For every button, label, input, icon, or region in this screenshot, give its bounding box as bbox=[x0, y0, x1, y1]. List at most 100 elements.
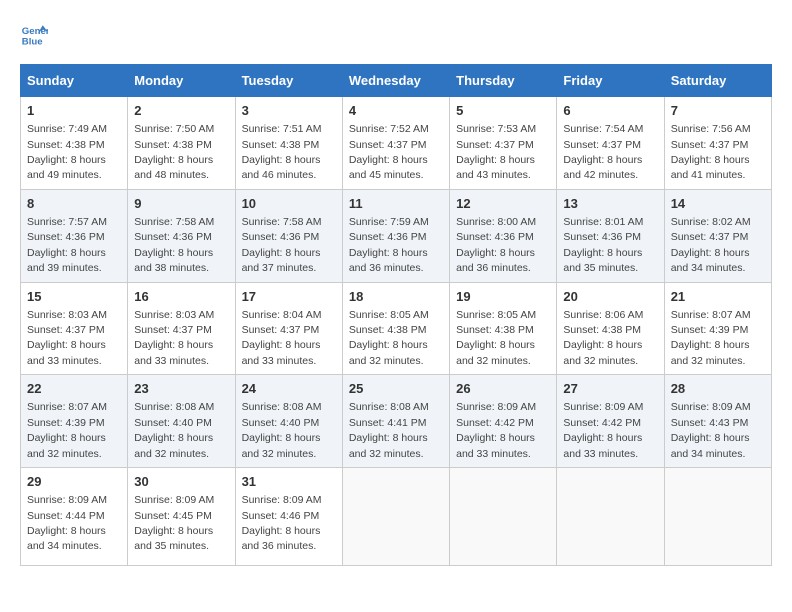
day-number: 14 bbox=[671, 195, 765, 213]
calendar-table: SundayMondayTuesdayWednesdayThursdayFrid… bbox=[20, 64, 772, 566]
day-info: Sunrise: 7:49 AMSunset: 4:38 PMDaylight:… bbox=[27, 123, 107, 181]
calendar-cell: 19 Sunrise: 8:05 AMSunset: 4:38 PMDaylig… bbox=[450, 282, 557, 375]
header-wednesday: Wednesday bbox=[342, 65, 449, 97]
header-thursday: Thursday bbox=[450, 65, 557, 97]
day-info: Sunrise: 8:07 AMSunset: 4:39 PMDaylight:… bbox=[671, 309, 751, 367]
calendar-cell: 29 Sunrise: 8:09 AMSunset: 4:44 PMDaylig… bbox=[21, 468, 128, 566]
day-number: 2 bbox=[134, 102, 228, 120]
header-tuesday: Tuesday bbox=[235, 65, 342, 97]
day-info: Sunrise: 8:09 AMSunset: 4:42 PMDaylight:… bbox=[563, 401, 643, 459]
day-info: Sunrise: 7:58 AMSunset: 4:36 PMDaylight:… bbox=[134, 216, 214, 274]
day-info: Sunrise: 8:05 AMSunset: 4:38 PMDaylight:… bbox=[456, 309, 536, 367]
day-info: Sunrise: 7:56 AMSunset: 4:37 PMDaylight:… bbox=[671, 123, 751, 181]
header-monday: Monday bbox=[128, 65, 235, 97]
day-number: 4 bbox=[349, 102, 443, 120]
week-row-3: 15 Sunrise: 8:03 AMSunset: 4:37 PMDaylig… bbox=[21, 282, 772, 375]
svg-text:Blue: Blue bbox=[22, 37, 43, 48]
day-info: Sunrise: 8:08 AMSunset: 4:40 PMDaylight:… bbox=[134, 401, 214, 459]
day-number: 16 bbox=[134, 288, 228, 306]
day-number: 22 bbox=[27, 380, 121, 398]
logo: General Blue bbox=[20, 20, 52, 48]
day-info: Sunrise: 8:07 AMSunset: 4:39 PMDaylight:… bbox=[27, 401, 107, 459]
calendar-cell: 16 Sunrise: 8:03 AMSunset: 4:37 PMDaylig… bbox=[128, 282, 235, 375]
day-number: 25 bbox=[349, 380, 443, 398]
day-info: Sunrise: 7:51 AMSunset: 4:38 PMDaylight:… bbox=[242, 123, 322, 181]
calendar-cell bbox=[664, 468, 771, 566]
calendar-cell: 20 Sunrise: 8:06 AMSunset: 4:38 PMDaylig… bbox=[557, 282, 664, 375]
week-row-1: 1 Sunrise: 7:49 AMSunset: 4:38 PMDayligh… bbox=[21, 97, 772, 190]
calendar-cell: 2 Sunrise: 7:50 AMSunset: 4:38 PMDayligh… bbox=[128, 97, 235, 190]
calendar-cell: 11 Sunrise: 7:59 AMSunset: 4:36 PMDaylig… bbox=[342, 189, 449, 282]
day-info: Sunrise: 8:09 AMSunset: 4:46 PMDaylight:… bbox=[242, 494, 322, 552]
day-info: Sunrise: 7:52 AMSunset: 4:37 PMDaylight:… bbox=[349, 123, 429, 181]
calendar-cell: 12 Sunrise: 8:00 AMSunset: 4:36 PMDaylig… bbox=[450, 189, 557, 282]
calendar-cell bbox=[342, 468, 449, 566]
logo-icon: General Blue bbox=[20, 20, 48, 48]
calendar-cell: 7 Sunrise: 7:56 AMSunset: 4:37 PMDayligh… bbox=[664, 97, 771, 190]
calendar-cell bbox=[557, 468, 664, 566]
day-number: 28 bbox=[671, 380, 765, 398]
day-number: 12 bbox=[456, 195, 550, 213]
day-number: 19 bbox=[456, 288, 550, 306]
calendar-cell: 9 Sunrise: 7:58 AMSunset: 4:36 PMDayligh… bbox=[128, 189, 235, 282]
day-number: 27 bbox=[563, 380, 657, 398]
day-info: Sunrise: 8:04 AMSunset: 4:37 PMDaylight:… bbox=[242, 309, 322, 367]
calendar-cell: 4 Sunrise: 7:52 AMSunset: 4:37 PMDayligh… bbox=[342, 97, 449, 190]
header-friday: Friday bbox=[557, 65, 664, 97]
day-info: Sunrise: 8:09 AMSunset: 4:44 PMDaylight:… bbox=[27, 494, 107, 552]
day-info: Sunrise: 7:53 AMSunset: 4:37 PMDaylight:… bbox=[456, 123, 536, 181]
day-info: Sunrise: 7:59 AMSunset: 4:36 PMDaylight:… bbox=[349, 216, 429, 274]
calendar-cell: 13 Sunrise: 8:01 AMSunset: 4:36 PMDaylig… bbox=[557, 189, 664, 282]
day-number: 11 bbox=[349, 195, 443, 213]
day-number: 31 bbox=[242, 473, 336, 491]
day-info: Sunrise: 8:03 AMSunset: 4:37 PMDaylight:… bbox=[134, 309, 214, 367]
calendar-cell: 30 Sunrise: 8:09 AMSunset: 4:45 PMDaylig… bbox=[128, 468, 235, 566]
calendar-cell: 10 Sunrise: 7:58 AMSunset: 4:36 PMDaylig… bbox=[235, 189, 342, 282]
day-number: 1 bbox=[27, 102, 121, 120]
day-number: 15 bbox=[27, 288, 121, 306]
calendar-cell: 8 Sunrise: 7:57 AMSunset: 4:36 PMDayligh… bbox=[21, 189, 128, 282]
day-info: Sunrise: 7:50 AMSunset: 4:38 PMDaylight:… bbox=[134, 123, 214, 181]
calendar-cell: 21 Sunrise: 8:07 AMSunset: 4:39 PMDaylig… bbox=[664, 282, 771, 375]
week-row-5: 29 Sunrise: 8:09 AMSunset: 4:44 PMDaylig… bbox=[21, 468, 772, 566]
day-number: 24 bbox=[242, 380, 336, 398]
calendar-cell: 27 Sunrise: 8:09 AMSunset: 4:42 PMDaylig… bbox=[557, 375, 664, 468]
day-number: 30 bbox=[134, 473, 228, 491]
calendar-cell: 15 Sunrise: 8:03 AMSunset: 4:37 PMDaylig… bbox=[21, 282, 128, 375]
calendar-cell: 1 Sunrise: 7:49 AMSunset: 4:38 PMDayligh… bbox=[21, 97, 128, 190]
calendar-cell: 31 Sunrise: 8:09 AMSunset: 4:46 PMDaylig… bbox=[235, 468, 342, 566]
day-info: Sunrise: 8:02 AMSunset: 4:37 PMDaylight:… bbox=[671, 216, 751, 274]
calendar-cell: 6 Sunrise: 7:54 AMSunset: 4:37 PMDayligh… bbox=[557, 97, 664, 190]
day-number: 21 bbox=[671, 288, 765, 306]
day-info: Sunrise: 8:01 AMSunset: 4:36 PMDaylight:… bbox=[563, 216, 643, 274]
day-info: Sunrise: 8:06 AMSunset: 4:38 PMDaylight:… bbox=[563, 309, 643, 367]
calendar-cell: 28 Sunrise: 8:09 AMSunset: 4:43 PMDaylig… bbox=[664, 375, 771, 468]
day-number: 6 bbox=[563, 102, 657, 120]
week-row-4: 22 Sunrise: 8:07 AMSunset: 4:39 PMDaylig… bbox=[21, 375, 772, 468]
header-sunday: Sunday bbox=[21, 65, 128, 97]
day-number: 10 bbox=[242, 195, 336, 213]
calendar-cell: 26 Sunrise: 8:09 AMSunset: 4:42 PMDaylig… bbox=[450, 375, 557, 468]
day-number: 8 bbox=[27, 195, 121, 213]
calendar-cell: 24 Sunrise: 8:08 AMSunset: 4:40 PMDaylig… bbox=[235, 375, 342, 468]
calendar-cell: 25 Sunrise: 8:08 AMSunset: 4:41 PMDaylig… bbox=[342, 375, 449, 468]
week-row-2: 8 Sunrise: 7:57 AMSunset: 4:36 PMDayligh… bbox=[21, 189, 772, 282]
day-number: 9 bbox=[134, 195, 228, 213]
day-number: 7 bbox=[671, 102, 765, 120]
day-info: Sunrise: 7:58 AMSunset: 4:36 PMDaylight:… bbox=[242, 216, 322, 274]
day-info: Sunrise: 8:09 AMSunset: 4:42 PMDaylight:… bbox=[456, 401, 536, 459]
calendar-cell: 18 Sunrise: 8:05 AMSunset: 4:38 PMDaylig… bbox=[342, 282, 449, 375]
day-info: Sunrise: 8:03 AMSunset: 4:37 PMDaylight:… bbox=[27, 309, 107, 367]
day-info: Sunrise: 8:09 AMSunset: 4:43 PMDaylight:… bbox=[671, 401, 751, 459]
day-number: 18 bbox=[349, 288, 443, 306]
day-number: 3 bbox=[242, 102, 336, 120]
day-number: 17 bbox=[242, 288, 336, 306]
day-info: Sunrise: 8:09 AMSunset: 4:45 PMDaylight:… bbox=[134, 494, 214, 552]
day-info: Sunrise: 8:08 AMSunset: 4:41 PMDaylight:… bbox=[349, 401, 429, 459]
day-info: Sunrise: 7:54 AMSunset: 4:37 PMDaylight:… bbox=[563, 123, 643, 181]
calendar-cell: 23 Sunrise: 8:08 AMSunset: 4:40 PMDaylig… bbox=[128, 375, 235, 468]
day-info: Sunrise: 7:57 AMSunset: 4:36 PMDaylight:… bbox=[27, 216, 107, 274]
calendar-cell: 5 Sunrise: 7:53 AMSunset: 4:37 PMDayligh… bbox=[450, 97, 557, 190]
day-info: Sunrise: 8:05 AMSunset: 4:38 PMDaylight:… bbox=[349, 309, 429, 367]
day-number: 20 bbox=[563, 288, 657, 306]
